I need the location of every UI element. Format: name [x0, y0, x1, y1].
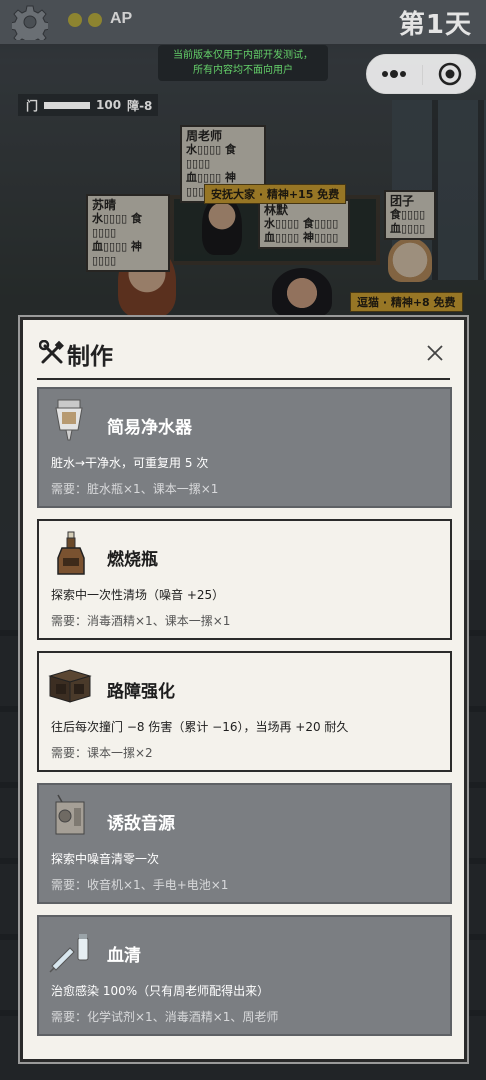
- more-dots-icon: [382, 70, 406, 78]
- water-filter-icon: [55, 399, 83, 441]
- molotov-icon: [57, 531, 85, 575]
- recipe-name: 燃烧瓶: [107, 550, 158, 570]
- recipe-requirements: 需要：消毒酒精×1、课本一摞×1: [51, 614, 231, 628]
- recipe-description: 治愈感染 100%（只有周老师配得出来）: [51, 984, 270, 998]
- recipe-name: 血清: [107, 946, 141, 966]
- target-close-icon: [438, 62, 462, 86]
- top-hud-bar: AP 第1天: [0, 0, 486, 44]
- modal-title: 制作: [67, 344, 113, 370]
- door-label: 门: [26, 98, 39, 113]
- recipe-name: 简易净水器: [107, 418, 192, 438]
- recipe-card-serum[interactable]: 血清 治愈感染 100%（只有周老师配得出来） 需要：化学试剂×1、消毒酒精×1…: [37, 915, 452, 1036]
- serum-icon: [49, 934, 89, 973]
- miniprogram-capsule: [366, 54, 476, 94]
- door-damage-value: 障-8: [127, 98, 153, 113]
- day-counter: 第1天: [398, 10, 472, 40]
- dev-notice-line: 当前版本仅用于内部开发测试，: [173, 50, 313, 61]
- recipe-requirements: 需要：收音机×1、手电+电池×1: [51, 878, 229, 892]
- recipe-requirements: 需要：脏水瓶×1、课本一摞×1: [51, 482, 219, 496]
- tools-icon: [39, 340, 64, 364]
- dev-notice-banner: 当前版本仅用于内部开发测试， 所有内容均不面向用户: [158, 45, 328, 81]
- recipe-card-barricade[interactable]: 路障强化 往后每次撞门 −8 伤害（累计 −16），当场再 +20 耐久 需要：…: [37, 651, 452, 772]
- recipe-card-radio-decoy[interactable]: 诱敌音源 探索中噪音清零一次 需要：收音机×1、手电+电池×1: [37, 783, 452, 904]
- radio-decoy-icon: [55, 794, 85, 835]
- recipe-card-water-filter[interactable]: 简易净水器 脏水→干净水，可重复用 5 次 需要：脏水瓶×1、课本一摞×1: [37, 387, 452, 508]
- ap-point-icon: [68, 13, 82, 27]
- modal-header: 制作: [37, 336, 450, 380]
- recipe-requirements: 需要：化学试剂×1、消毒酒精×1、周老师: [51, 1010, 279, 1024]
- door-status: 门 100 障-8: [18, 94, 158, 116]
- close-icon[interactable]: [424, 342, 446, 364]
- ap-label: AP: [110, 10, 133, 27]
- barricade-icon: [48, 669, 92, 703]
- recipe-card-molotov[interactable]: 燃烧瓶 探索中一次性清场（噪音 +25） 需要：消毒酒精×1、课本一摞×1: [37, 519, 452, 640]
- door-durability-value: 100: [96, 98, 122, 112]
- recipe-requirements: 需要：课本一摞×2: [51, 746, 153, 760]
- more-options-button[interactable]: [367, 55, 421, 93]
- craft-modal: 制作 简易净水器 脏水→干净水，可重复用 5 次 需要：脏水瓶×1、课本一摞×1…: [20, 317, 467, 1062]
- recipe-name: 路障强化: [107, 682, 175, 702]
- recipe-description: 探索中噪音清零一次: [51, 852, 160, 866]
- recipe-description: 脏水→干净水，可重复用 5 次: [51, 456, 209, 470]
- gear-icon[interactable]: [12, 4, 48, 40]
- exit-miniprogram-button[interactable]: [423, 55, 477, 93]
- recipe-name: 诱敌音源: [107, 814, 175, 834]
- recipe-description: 探索中一次性清场（噪音 +25）: [51, 588, 225, 602]
- ap-point-icon: [88, 13, 102, 27]
- dev-notice-line: 所有内容均不面向用户: [193, 65, 293, 76]
- recipe-description: 往后每次撞门 −8 伤害（累计 −16），当场再 +20 耐久: [51, 720, 349, 734]
- door-durability-bar: [44, 101, 91, 109]
